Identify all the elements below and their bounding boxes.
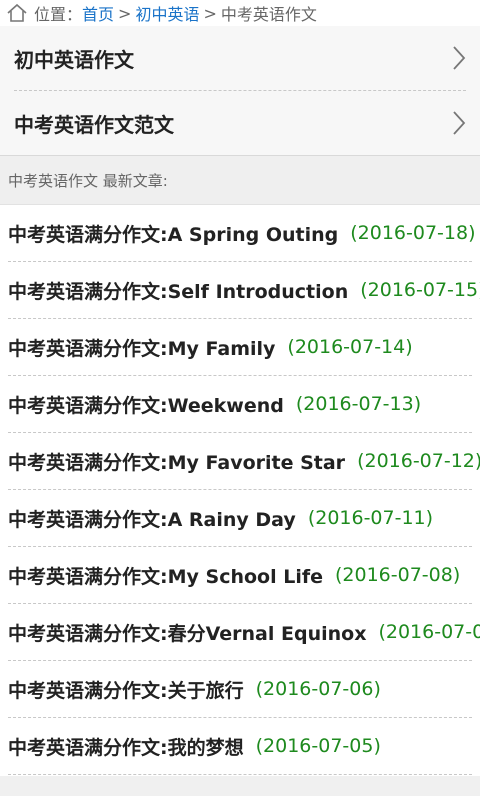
list-item[interactable]: 中考英语满分作文:A Spring Outing (2016-07-18) [8, 205, 476, 262]
article-date: (2016-07-12) [357, 450, 480, 472]
article-date: (2016-07-18) [350, 222, 476, 244]
article-title[interactable]: 中考英语满分作文:A Spring Outing [8, 220, 338, 247]
breadcrumb-current: 中考英语作文 [220, 5, 317, 24]
chevron-right-icon [453, 111, 466, 135]
breadcrumb-prefix: 位置： [34, 5, 83, 24]
list-item[interactable]: 中考英语满分作文:My Family (2016-07-14) [8, 319, 472, 376]
footer-band [0, 776, 480, 796]
article-date: (2016-07-15) [360, 279, 480, 301]
home-icon[interactable] [6, 2, 28, 24]
chevron-right-icon [453, 46, 466, 70]
article-date: (2016-07-13) [295, 393, 422, 415]
article-date: (2016-07-07) [378, 621, 480, 643]
list-item[interactable]: 中考英语满分作文:关于旅行 (2016-07-06) [8, 661, 472, 718]
list-item[interactable]: 中考英语满分作文:我的梦想 (2016-07-05) [8, 718, 472, 775]
article-title[interactable]: 中考英语满分作文:Self Introduction [8, 277, 348, 304]
article-date: (2016-07-05) [255, 735, 381, 757]
category-item-junior-english-writing[interactable]: 初中英语作文 [14, 26, 466, 90]
article-title[interactable]: 中考英语满分作文:Weekwend [8, 391, 284, 418]
category-label: 中考英语作文范文 [14, 112, 174, 137]
list-item[interactable]: 中考英语满分作文:Self Introduction (2016-07-15) [8, 262, 480, 319]
article-date: (2016-07-11) [307, 507, 434, 529]
article-date: (2016-07-06) [255, 678, 381, 700]
article-title[interactable]: 中考英语满分作文:My Family [8, 334, 275, 361]
article-title[interactable]: 中考英语满分作文:My School Life [8, 562, 323, 589]
article-date: (2016-07-14) [287, 336, 413, 358]
category-label: 初中英语作文 [14, 47, 134, 72]
breadcrumb-separator: > [203, 3, 217, 23]
list-item[interactable]: 中考英语满分作文:My School Life (2016-07-08) [8, 547, 472, 604]
list-item[interactable]: 中考英语满分作文:Weekwend (2016-07-13) [8, 376, 472, 433]
breadcrumb-link-home[interactable]: 首页 [82, 1, 114, 25]
list-item[interactable]: 中考英语满分作文:My Favorite Star (2016-07-12) [8, 433, 480, 490]
article-title[interactable]: 中考英语满分作文:我的梦想 [8, 733, 244, 760]
breadcrumb-link-junior-english[interactable]: 初中英语 [135, 1, 199, 25]
article-title[interactable]: 中考英语满分作文:春分Vernal Equinox [8, 619, 366, 646]
section-title: 中考英语作文 最新文章: [8, 171, 168, 190]
article-list: 中考英语满分作文:A Spring Outing (2016-07-18) 中考英… [0, 205, 480, 775]
breadcrumb: 位置： 首页 > 初中英语 > 中考英语作文 [0, 0, 480, 26]
article-date: (2016-07-08) [335, 564, 461, 586]
article-title[interactable]: 中考英语满分作文:My Favorite Star [8, 448, 345, 475]
breadcrumb-separator: > [118, 3, 132, 23]
list-item[interactable]: 中考英语满分作文:春分Vernal Equinox (2016-07-07) [8, 604, 480, 661]
list-item[interactable]: 中考英语满分作文:A Rainy Day (2016-07-11) [8, 490, 472, 547]
article-title[interactable]: 中考英语满分作文:A Rainy Day [8, 505, 296, 532]
latest-articles-heading: 中考英语作文 最新文章: [0, 155, 480, 205]
article-title[interactable]: 中考英语满分作文:关于旅行 [8, 676, 244, 703]
category-list: 初中英语作文 中考英语作文范文 [0, 26, 480, 155]
category-item-exam-english-samples[interactable]: 中考英语作文范文 [14, 90, 466, 155]
